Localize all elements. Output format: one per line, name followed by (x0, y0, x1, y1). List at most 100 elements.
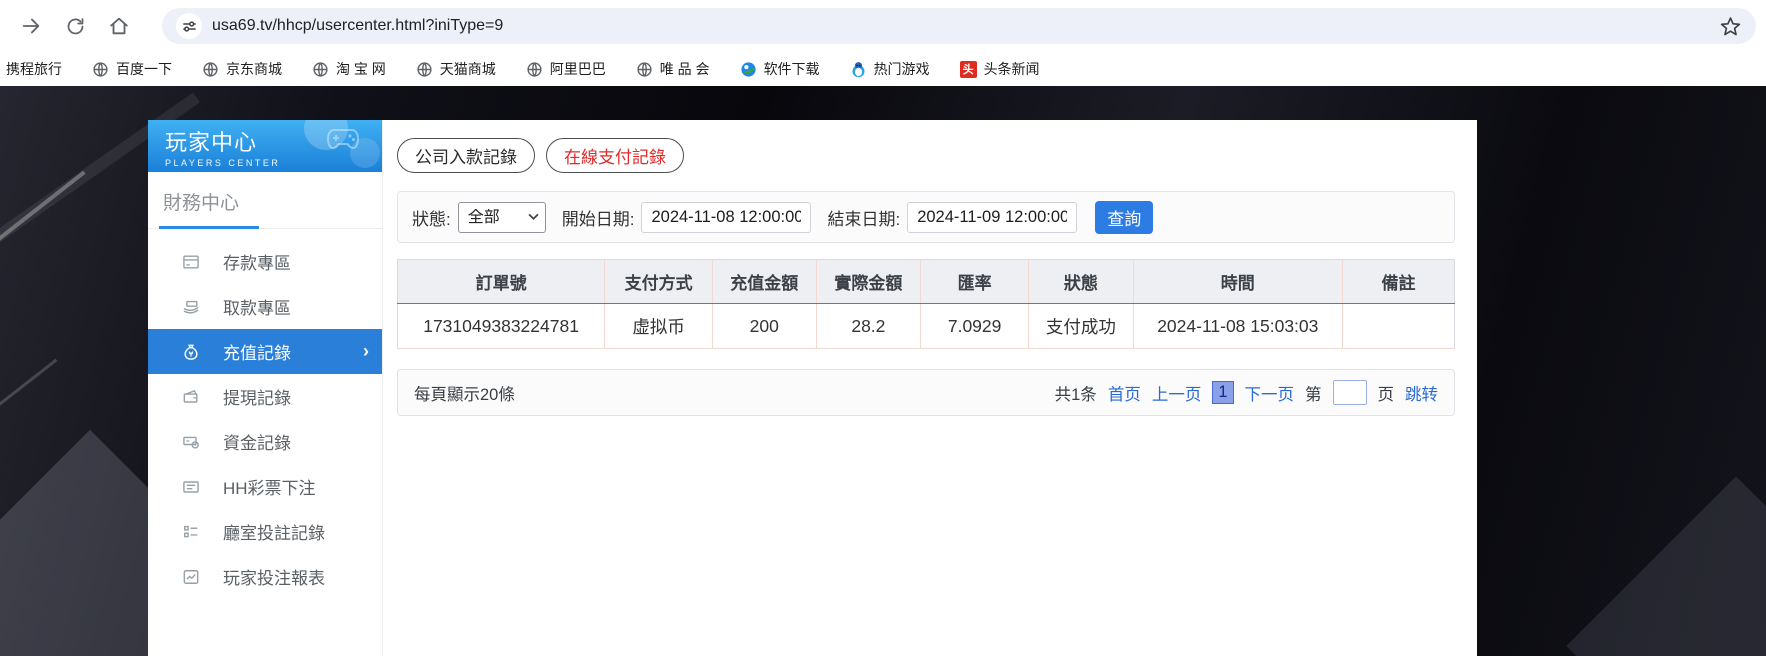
tab-company-deposit-records[interactable]: 公司入款記錄 (397, 138, 535, 173)
sidebar-item-label: 充值記錄 (223, 344, 291, 363)
record-tabs: 公司入款記錄 在線支付記錄 (397, 138, 1455, 173)
sidebar-subtitle: PLAYERS CENTER (165, 158, 281, 168)
sidebar-item-cashout-records[interactable]: 提現記錄 › (148, 374, 382, 419)
end-date-input[interactable] (907, 201, 1078, 233)
status-select-wrap: 全部 (457, 201, 546, 233)
sidebar-item-label: 存款專區 (223, 254, 291, 273)
tracking-protection-icon (182, 20, 196, 32)
sidebar-item-hh-lottery-bets[interactable]: HH彩票下注 › (148, 464, 382, 509)
user-center-card: 玩家中心 PLAYERS CENTER 財務中心 存款專區 › 取款專區 › (148, 120, 1477, 656)
start-date-input[interactable] (641, 201, 812, 233)
section-title: 財務中心 (163, 193, 240, 214)
forward-icon (22, 18, 40, 34)
site-background: 玩家中心 PLAYERS CENTER 財務中心 存款專區 › 取款專區 › (0, 86, 1766, 656)
tab-online-payment-records[interactable]: 在線支付記錄 (546, 138, 684, 173)
bookmarks-bar: 携程旅行 百度一下 京东商城 淘 宝 网 天猫商城 阿里巴巴 唯 品 会 软件下… (0, 52, 1766, 86)
background-streak (0, 358, 58, 417)
background-shape (1566, 476, 1766, 656)
reload-button[interactable] (60, 11, 90, 41)
end-date-label: 結束日期: (827, 209, 901, 229)
cell-remark (1341, 303, 1455, 349)
bookmark-toutiao[interactable]: 头 头条新闻 (959, 59, 1040, 79)
globe-icon (313, 61, 328, 77)
bookmark-baidu[interactable]: 百度一下 (92, 59, 172, 79)
status-label: 狀態: (412, 209, 451, 229)
home-button[interactable] (104, 11, 134, 41)
sidebar-item-hall-bet-records[interactable]: 廳室投註記錄 › (148, 509, 382, 554)
bookmark-software[interactable]: 软件下载 (740, 59, 820, 79)
sidebar-item-funds-records[interactable]: 資金記錄 › (148, 419, 382, 464)
header-recharge-amount: 充值金額 (711, 259, 817, 304)
penguin-icon (852, 61, 865, 77)
sidebar-item-deposit[interactable]: 存款專區 › (148, 239, 382, 284)
prev-page-link[interactable]: 上一页 (1152, 381, 1202, 405)
report-chart-icon (183, 569, 199, 584)
pagination-bar: 每頁顯示20條 共1条 首页 上一页 1 下一页 第 页 跳转 (397, 369, 1455, 416)
wallet-icon (183, 389, 198, 403)
cell-order-no: 1731049383224781 (397, 303, 605, 349)
cell-exchange-rate: 7.0929 (920, 303, 1029, 349)
sidebar-item-label: 取款專區 (223, 299, 291, 318)
sidebar-item-label: 資金記錄 (223, 434, 291, 453)
bookmark-tmall[interactable]: 天猫商城 (416, 59, 496, 79)
software-download-icon (740, 61, 756, 77)
globe-icon (527, 61, 542, 77)
cell-actual-amount: 28.2 (815, 303, 921, 349)
main-content: 公司入款記錄 在線支付記錄 狀態: 全部 開始日期: 結束日期: 查 (383, 120, 1477, 656)
records-table: 訂單號 支付方式 充值金額 實際金額 匯率 狀態 時間 備註 173104938 (397, 259, 1455, 349)
home-icon (110, 17, 128, 35)
bookmark-alibaba[interactable]: 阿里巴巴 (526, 59, 606, 79)
status-select[interactable]: 全部 (457, 201, 546, 233)
header-remark: 備註 (1341, 259, 1455, 304)
chevron-right-icon: › (363, 341, 369, 361)
header-payment-method: 支付方式 (604, 259, 713, 304)
money-bag-icon (184, 344, 198, 360)
site-info-chip[interactable] (176, 13, 202, 39)
address-bar[interactable]: usa69.tv/hhcp/usercenter.html?iniType=9 (162, 8, 1756, 44)
table-header: 訂單號 支付方式 充值金額 實際金額 匯率 狀態 時間 備註 (397, 259, 1455, 304)
lottery-list-icon (183, 480, 199, 493)
sidebar-item-label: 提現記錄 (223, 389, 291, 408)
table-row: 1731049383224781 虚拟币 200 28.2 7.0929 支付成… (397, 303, 1455, 349)
deposit-icon (183, 254, 199, 269)
hall-list-icon (184, 525, 198, 537)
section-underline (159, 226, 259, 229)
section-divider (148, 226, 382, 229)
toutiao-icon: 头 (959, 60, 977, 78)
bookmark-xiecheng[interactable]: 携程旅行 (6, 59, 62, 79)
header-order-no: 訂單號 (397, 259, 605, 304)
globe-icon (637, 61, 652, 77)
cell-payment-method: 虚拟币 (604, 303, 713, 349)
jump-label-pre: 第 (1305, 385, 1322, 404)
browser-window: usa69.tv/hhcp/usercenter.html?iniType=9 … (0, 0, 1766, 656)
forward-button[interactable] (16, 11, 46, 41)
browser-toolbar: usa69.tv/hhcp/usercenter.html?iniType=9 (0, 0, 1766, 52)
sidebar-item-player-bet-report[interactable]: 玩家投注報表 › (148, 554, 382, 599)
bookmark-vip[interactable]: 唯 品 会 (636, 59, 710, 79)
sidebar-item-recharge-records[interactable]: 充值記錄 › (148, 329, 382, 374)
bookmark-games[interactable]: 热门游戏 (850, 59, 930, 79)
sidebar-item-withdraw[interactable]: 取款專區 › (148, 284, 382, 329)
gamepad-icon (326, 129, 360, 150)
first-page-link[interactable]: 首页 (1108, 381, 1141, 405)
jump-page-input[interactable] (1332, 380, 1367, 405)
next-page-link[interactable]: 下一页 (1245, 381, 1295, 405)
start-date-label: 開始日期: (561, 209, 635, 229)
bookmark-jd[interactable]: 京东商城 (202, 59, 282, 79)
page-size-text: 每頁顯示20條 (414, 385, 515, 404)
header-exchange-rate: 匯率 (920, 259, 1029, 304)
header-status: 狀態 (1028, 259, 1134, 304)
bookmark-taobao[interactable]: 淘 宝 网 (312, 59, 386, 79)
cell-time: 2024-11-08 15:03:03 (1132, 303, 1343, 349)
search-button[interactable]: 查詢 (1095, 200, 1154, 234)
jump-button[interactable]: 跳转 (1405, 381, 1438, 405)
globe-icon (417, 61, 432, 77)
sidebar-item-label: 玩家投注報表 (223, 569, 325, 588)
bookmark-star-icon[interactable] (1719, 15, 1742, 38)
sidebar: 玩家中心 PLAYERS CENTER 財務中心 存款專區 › 取款專區 › (148, 120, 383, 656)
jump-label-post: 页 (1377, 385, 1395, 404)
withdraw-icon (183, 300, 199, 314)
globe-icon (203, 61, 218, 77)
url-text[interactable]: usa69.tv/hhcp/usercenter.html?iniType=9 (212, 17, 503, 35)
globe-icon (93, 61, 108, 77)
